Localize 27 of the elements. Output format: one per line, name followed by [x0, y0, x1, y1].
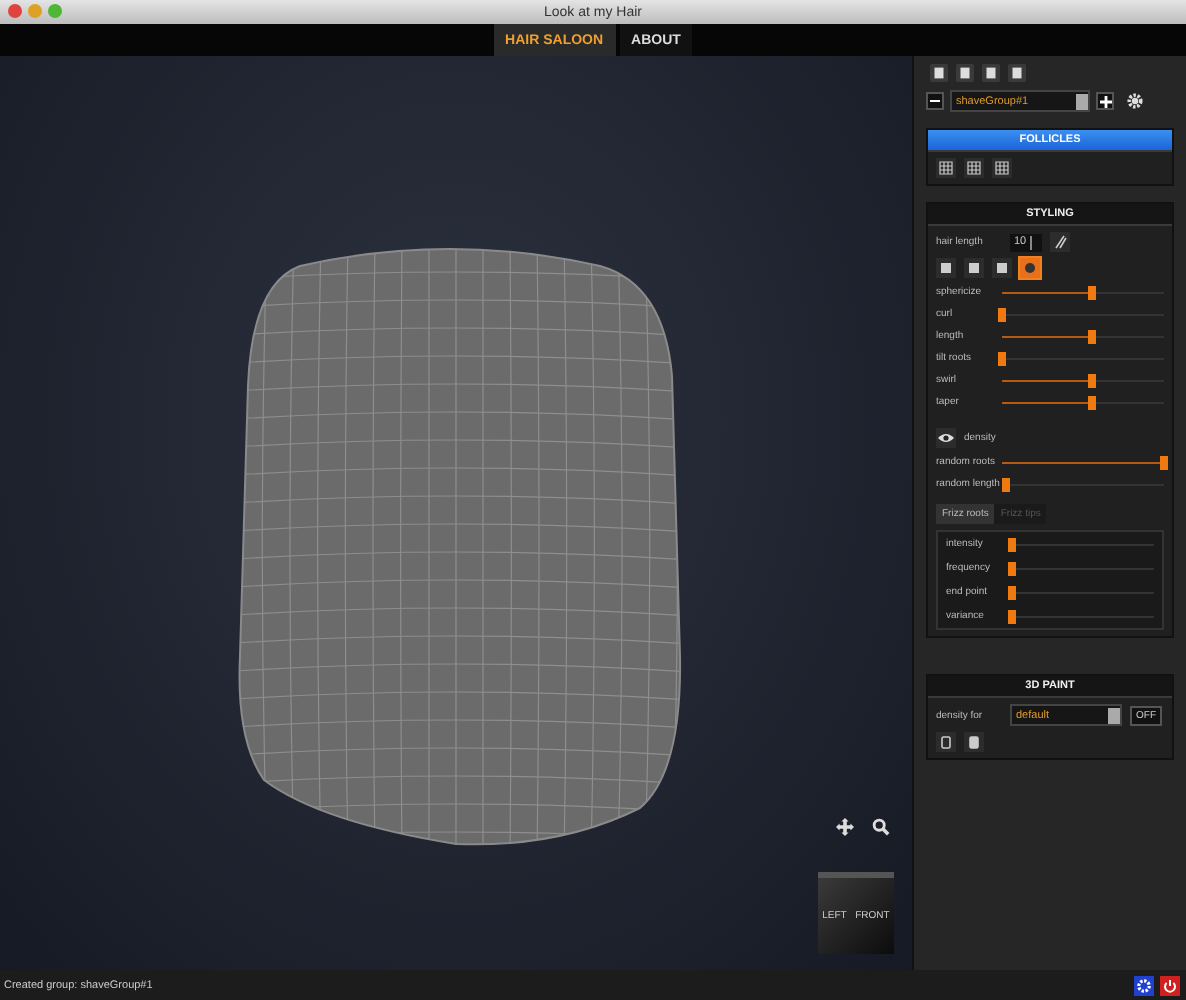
slider-handle[interactable]: [1008, 585, 1016, 599]
tool-icon[interactable]: [964, 158, 984, 178]
slider-handle[interactable]: [1008, 609, 1016, 623]
tool-icon[interactable]: [992, 158, 1012, 178]
slider-handle[interactable]: [1008, 537, 1016, 551]
add-button[interactable]: [1096, 92, 1114, 110]
slider-handle[interactable]: [1087, 285, 1096, 299]
style-mode-icon[interactable]: [1020, 258, 1040, 278]
style-mode-icon[interactable]: [964, 258, 984, 278]
slider-handle[interactable]: [1008, 561, 1016, 575]
slider-handle[interactable]: [1087, 329, 1096, 343]
tool-icon[interactable]: [936, 158, 956, 178]
search-icon[interactable]: [872, 818, 890, 836]
settings-icon[interactable]: [1126, 92, 1144, 110]
power-icon[interactable]: [1160, 975, 1180, 995]
slider-handle[interactable]: [1160, 455, 1168, 469]
eye-icon[interactable]: [936, 428, 956, 448]
close-button[interactable]: [8, 4, 22, 18]
remove-button[interactable]: [926, 92, 944, 110]
style-mode-icon[interactable]: [936, 258, 956, 278]
slider-handle[interactable]: [1087, 395, 1096, 409]
style-mode-icon[interactable]: [992, 258, 1012, 278]
slider-handle[interactable]: [1087, 373, 1096, 387]
slider-handle[interactable]: [998, 351, 1006, 365]
slider-handle[interactable]: [998, 307, 1006, 321]
move-icon[interactable]: [836, 818, 854, 836]
slider-handle[interactable]: [1001, 477, 1010, 491]
